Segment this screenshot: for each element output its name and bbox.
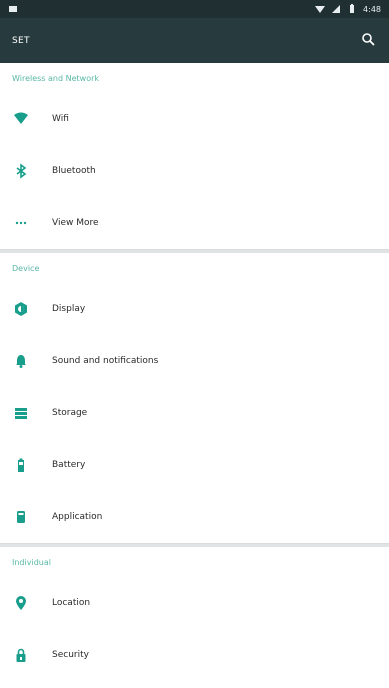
bluetooth-icon xyxy=(12,162,30,180)
display-icon xyxy=(12,300,30,318)
settings-item-label: Location xyxy=(52,598,91,608)
settings-item-storage[interactable]: Storage xyxy=(0,387,389,439)
settings-item-application[interactable]: Application xyxy=(0,491,389,543)
notification-icon xyxy=(8,4,18,14)
settings-item-battery[interactable]: Battery xyxy=(0,439,389,491)
settings-item-view-more[interactable]: View More xyxy=(0,197,389,249)
cell-signal-icon xyxy=(331,4,341,14)
settings-item-display[interactable]: Display xyxy=(0,283,389,335)
battery-icon xyxy=(12,456,30,474)
more-icon xyxy=(12,214,30,232)
battery-icon xyxy=(347,4,357,14)
settings-item-label: Application xyxy=(52,512,103,522)
settings-item-label: Storage xyxy=(52,408,88,418)
page-title: SET xyxy=(12,35,30,46)
application-icon xyxy=(12,508,30,526)
settings-item-label: Wifi xyxy=(52,114,69,124)
search-button[interactable] xyxy=(359,32,377,50)
search-icon xyxy=(361,31,375,50)
section-header-wireless: Wireless and Network xyxy=(12,73,100,83)
settings-item-label: Sound and notifications xyxy=(52,356,159,366)
settings-item-security[interactable]: Security xyxy=(0,629,389,681)
section-header-individual: Individual xyxy=(12,557,51,567)
status-time: 4:48 xyxy=(363,4,381,14)
section-header-device: Device xyxy=(12,263,40,273)
settings-item-label: Battery xyxy=(52,460,86,470)
settings-item-sound-notifications[interactable]: Sound and notifications xyxy=(0,335,389,387)
settings-item-label: View More xyxy=(52,218,99,228)
location-icon xyxy=(12,594,30,612)
wifi-icon xyxy=(315,4,326,14)
lock-icon xyxy=(12,646,30,664)
settings-item-label: Bluetooth xyxy=(52,166,96,176)
bell-icon xyxy=(12,352,30,370)
status-bar: 4:48 xyxy=(0,0,389,18)
storage-icon xyxy=(12,404,30,422)
settings-item-bluetooth[interactable]: Bluetooth xyxy=(0,145,389,197)
settings-item-wifi[interactable]: Wifi xyxy=(0,93,389,145)
wifi-icon xyxy=(12,110,30,128)
settings-item-label: Display xyxy=(52,304,86,314)
settings-item-location[interactable]: Location xyxy=(0,577,389,629)
app-bar: SET xyxy=(0,18,389,63)
settings-item-label: Security xyxy=(52,650,89,660)
